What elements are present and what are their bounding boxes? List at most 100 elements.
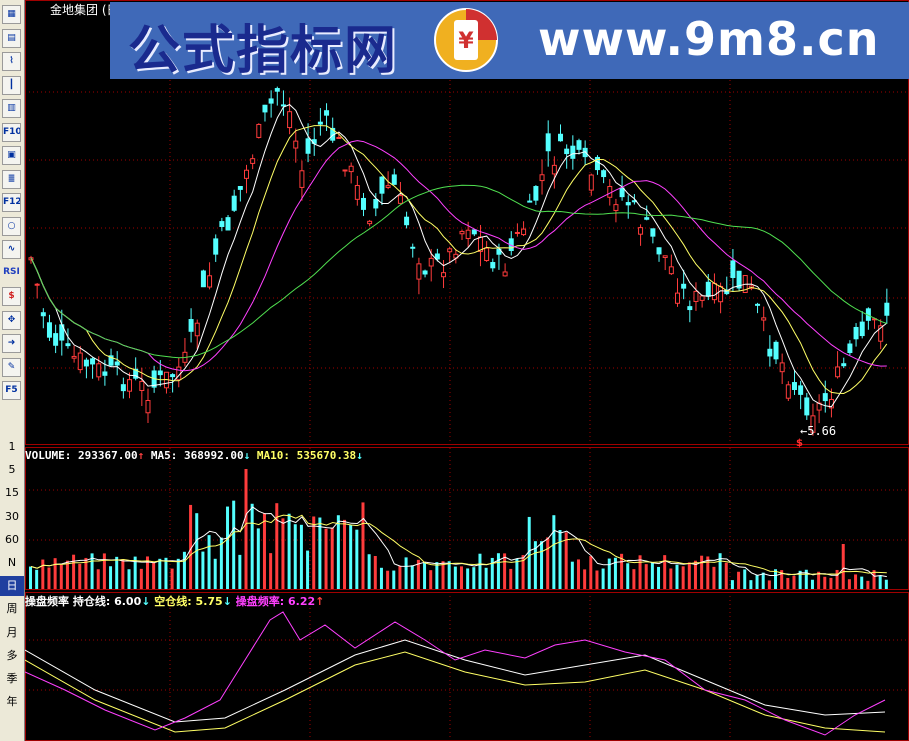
pencil-icon[interactable]: ✎ [2,357,21,377]
candle-body [588,174,594,191]
ma10-value: 535670.38 [296,449,357,462]
period-5[interactable]: 60 [0,530,24,550]
volume-bar [53,558,57,589]
period-9[interactable]: 月 [0,623,24,643]
volume-bar [792,575,796,589]
candle-icon[interactable]: ┃ [2,75,21,95]
volume-bar [35,569,39,589]
candle-body [650,228,656,237]
volume-bar [749,580,753,589]
volume-bar [847,579,851,589]
volume-bar [724,562,728,589]
period-7[interactable]: 日 [0,576,24,597]
volume-bar [59,564,63,589]
period-1[interactable]: 1 [0,437,24,457]
volume-bar [176,558,180,589]
move-icon[interactable]: ✥ [2,310,21,330]
volume-bar [823,576,827,589]
zoom-icon[interactable]: ○ [2,216,21,236]
volume-bar [626,563,630,589]
chart-canvas[interactable]: $ [25,0,909,741]
candle-body [601,170,607,178]
ma5-label: MA5: [150,449,178,462]
candle-body [250,158,256,164]
chart-area[interactable]: $ 金地集团 (日 [25,0,909,741]
period-4[interactable]: 30 [0,507,24,527]
empty-line [25,651,886,733]
up-arrow-icon: ↑ [315,595,325,608]
ma60-line [30,184,887,359]
period-3[interactable]: 15 [0,483,24,503]
candle-body [207,275,213,288]
period-6[interactable]: N [0,553,24,573]
empty-line-value: 5.75 [195,595,223,608]
volume-bar [460,566,463,589]
candle-body [262,104,268,113]
period-8[interactable]: 周 [0,599,24,619]
rsi-icon[interactable]: RSI [2,264,21,283]
candle-body [317,121,323,125]
candle-body [77,352,83,371]
volume-bar [774,569,778,589]
low-price-marker: ←5.66 [800,424,837,438]
candle-body [46,322,52,338]
volume-bar [546,537,550,589]
f10-icon[interactable]: F10 [2,122,21,142]
candle-body [90,358,96,365]
indicator-legend: 操盘频率 持仓线: 6.00↓ 空仓线: 5.75↓ 操盘频率: 6.22↑ [25,595,324,608]
volume-bar [700,555,704,589]
export-icon[interactable]: ➜ [2,334,21,353]
report-icon[interactable]: ▥ [2,99,21,118]
volume-label: VOLUME: [25,449,72,462]
wave-icon[interactable]: ∿ [2,240,21,259]
candle-body [342,169,348,172]
volume-bar [127,569,131,589]
candle-body [65,343,71,347]
volume-bar [484,567,488,589]
volume-bar [41,559,45,589]
f11-icon[interactable]: ≣ [2,169,21,189]
period-12[interactable]: 年 [0,692,24,712]
f12-icon[interactable]: F12 [2,193,21,212]
candle-body [730,260,736,279]
period-11[interactable]: 季 [0,669,24,689]
table-icon[interactable]: ▤ [2,28,21,48]
volume-bar [373,556,377,589]
candle-body [231,195,237,211]
candle-body [859,321,865,337]
grid-icon[interactable]: ▦ [2,5,21,24]
candle-body [625,202,631,206]
period-2[interactable]: 5 [0,460,24,480]
money-icon[interactable]: $ [2,287,21,306]
candle-body [157,370,163,376]
candle-body [244,169,249,179]
volume-bar [152,562,156,589]
volume-bar [564,532,568,589]
f5-icon[interactable]: F5 [2,381,21,400]
volume-bar [29,566,32,589]
candle-body [767,348,773,357]
candle-body [502,271,508,277]
volume-bar [349,525,353,589]
candle-body [40,312,46,317]
period-10[interactable]: 多 [0,646,24,666]
hold-line [25,639,886,723]
volume-bar [336,515,340,589]
candle-body [847,343,853,354]
candle-body [484,247,490,262]
candle-body [441,272,447,278]
candle-body [397,195,403,204]
volume-bar [884,579,888,589]
candle-body [539,174,545,182]
doc-icon[interactable]: ▣ [2,146,21,165]
line-chart-icon[interactable]: ⌇ [2,52,21,71]
volume-bar [737,571,741,589]
volume-bar [423,562,427,589]
volume-bar [226,506,230,589]
volume-bar [109,566,113,589]
volume-bar [47,567,51,589]
candle-body [53,333,59,346]
volume-bar [65,560,69,589]
candle-body [822,393,828,402]
volume-bar [299,524,303,589]
